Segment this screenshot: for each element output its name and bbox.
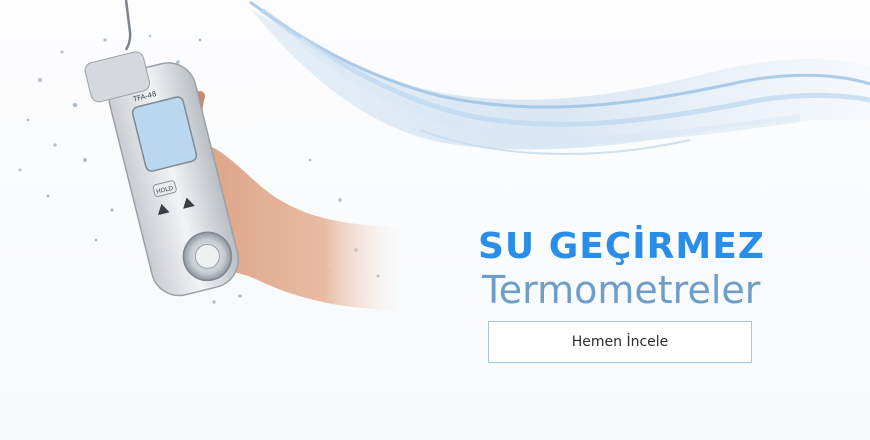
- promo-banner: TFA-48 HOLD SU GEÇİRMEZ Termometreler He…: [0, 0, 870, 440]
- water-splash: [236, 0, 870, 155]
- view-now-button[interactable]: Hemen İncele: [488, 321, 752, 363]
- headline: SU GEÇİRMEZ: [478, 226, 765, 267]
- lanyard-cord: [124, 0, 132, 51]
- product-illustration: TFA-48 HOLD: [18, 0, 870, 310]
- subheadline: Termometreler: [482, 268, 761, 312]
